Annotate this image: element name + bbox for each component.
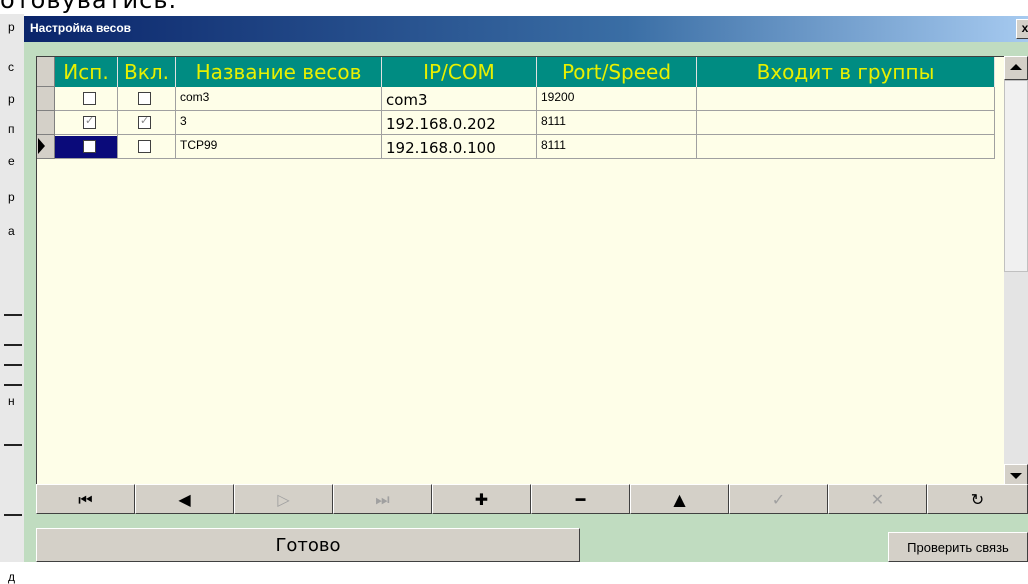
cell-groups[interactable] [697,111,995,135]
delete-record-button[interactable]: ━ [531,484,630,514]
background-divider [4,364,22,366]
background-letter: д [8,570,16,584]
cell-port[interactable]: 19200 [537,87,697,111]
cell-ip[interactable]: com3 [382,87,537,111]
row-indicator[interactable] [37,135,55,159]
cell-groups[interactable] [697,87,995,111]
cell-isp[interactable] [55,135,118,159]
scales-grid[interactable]: Исп. Вкл. Название весов IP/COM Port/Spe… [36,56,1028,490]
grid-header-row: Исп. Вкл. Название весов IP/COM Port/Spe… [37,57,1028,87]
cancel-record-button[interactable]: ✕ [828,484,927,514]
row-indicator[interactable] [37,111,55,135]
background-letter: н [8,394,15,408]
prior-record-button[interactable]: ◀ [135,484,234,514]
post-record-button[interactable]: ✓ [729,484,828,514]
column-header-ip[interactable]: IP/COM [382,57,537,87]
record-navigator: ⏮ ◀ ▷ ⏭ ✚ ━ ▲ ✓ ✕ ↻ [36,484,1028,514]
cancel-record-icon: ✕ [870,490,885,509]
scrollbar-thumb[interactable] [1004,80,1028,272]
cell-ip[interactable]: 192.168.0.202 [382,111,537,135]
scroll-up-button[interactable] [1004,56,1028,80]
cell-port[interactable]: 8111 [537,135,697,159]
refresh-record-button[interactable]: ↻ [927,484,1028,514]
cell-isp[interactable] [55,87,118,111]
next-record-button[interactable]: ▷ [234,484,333,514]
column-header-port[interactable]: Port/Speed [537,57,697,87]
edit-record-button[interactable]: ▲ [630,484,729,514]
cell-ip[interactable]: 192.168.0.100 [382,135,537,159]
column-header-vkl[interactable]: Вкл. [118,57,176,87]
check-connection-button[interactable]: Проверить связь [888,532,1028,562]
background-window-left: р с р п е р а н д [0,14,24,584]
current-row-arrow-icon [38,138,45,154]
cell-isp[interactable] [55,111,118,135]
vkl-checkbox[interactable] [138,140,151,153]
cell-vkl[interactable] [118,111,176,135]
isp-checkbox[interactable] [83,92,96,105]
table-row[interactable]: com3 com3 19200 [37,87,995,111]
vertical-scrollbar[interactable] [1004,56,1028,488]
background-divider [4,444,22,446]
isp-checkbox[interactable] [83,140,96,153]
background-letter: п [8,122,15,136]
isp-checkbox[interactable] [83,114,96,129]
background-divider [4,314,22,316]
delete-record-icon: ━ [575,490,586,509]
background-letter: р [8,20,15,34]
cell-vkl[interactable] [118,87,176,111]
cell-groups[interactable] [697,135,995,159]
header-indicator-cell [37,57,55,87]
post-record-icon: ✓ [771,490,786,509]
done-button[interactable]: Готово [36,528,580,562]
table-row[interactable]: TCP99 192.168.0.100 8111 [37,135,995,159]
insert-record-button[interactable]: ✚ [432,484,531,514]
first-record-icon: ⏮ [78,490,93,509]
cell-vkl[interactable] [118,135,176,159]
background-letter: а [8,224,15,238]
background-letter: р [8,92,15,106]
close-button[interactable]: x [1016,19,1028,39]
background-divider [4,344,22,346]
scales-settings-dialog: Настройка весов x Исп. Вкл. Название вес… [24,16,1028,562]
last-record-icon: ⏭ [375,490,390,509]
insert-record-icon: ✚ [474,490,489,509]
cell-port[interactable]: 8111 [537,111,697,135]
column-header-groups[interactable]: Входит в группы [697,57,995,87]
next-record-icon: ▷ [277,490,290,509]
dialog-titlebar: Настройка весов x [24,16,1028,42]
background-divider [4,514,22,516]
vkl-checkbox[interactable] [138,92,151,105]
background-letter: с [8,60,14,74]
edit-record-icon: ▲ [673,490,686,509]
background-divider [4,384,22,386]
background-window-top: отовуватись. [0,0,1028,14]
cell-name[interactable]: com3 [176,87,382,111]
vkl-checkbox[interactable] [138,114,151,129]
background-letter: р [8,190,15,204]
table-row[interactable]: 3192.168.0.2028111 [37,111,995,135]
first-record-button[interactable]: ⏮ [36,484,135,514]
background-letter: е [8,154,15,168]
refresh-record-icon: ↻ [970,490,985,509]
prior-record-icon: ◀ [178,490,191,509]
background-title-text: отовуватись. [0,0,178,14]
column-header-name[interactable]: Название весов [176,57,382,87]
last-record-button[interactable]: ⏭ [333,484,432,514]
row-indicator[interactable] [37,87,55,111]
cell-name[interactable]: 3 [176,111,382,135]
column-header-isp[interactable]: Исп. [55,57,118,87]
cell-name[interactable]: TCP99 [176,135,382,159]
dialog-title: Настройка весов [30,21,132,35]
